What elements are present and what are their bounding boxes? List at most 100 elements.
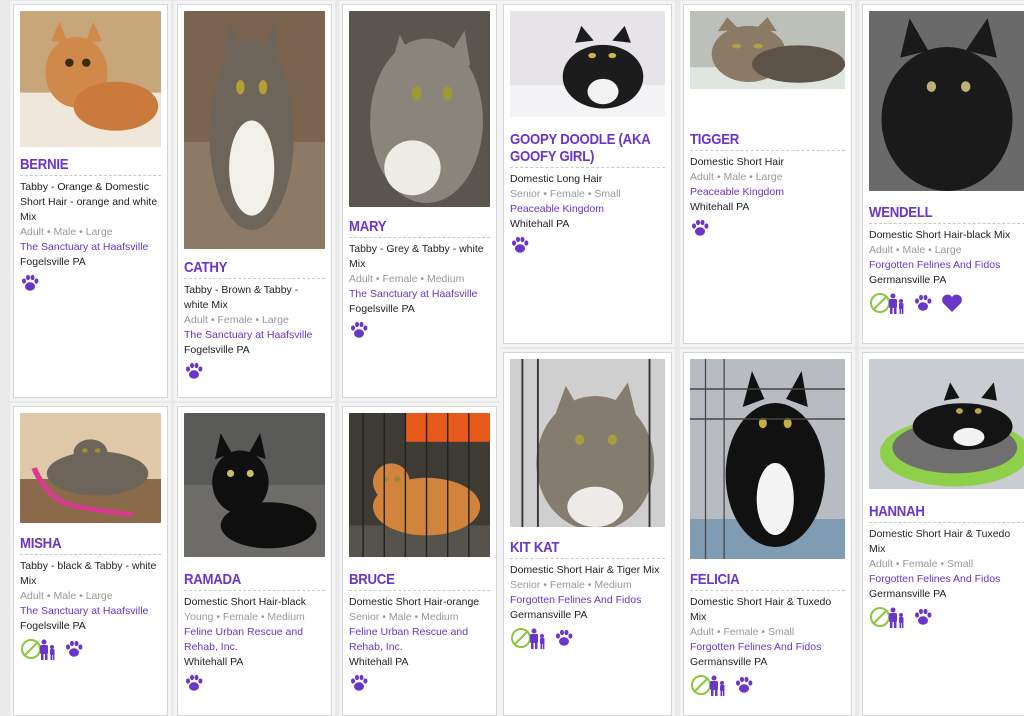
pet-name[interactable]: TIGGER: [690, 131, 845, 148]
pet-name[interactable]: MARY: [349, 218, 490, 235]
pet-name[interactable]: BRUCE: [349, 571, 490, 588]
pet-photo[interactable]: [690, 359, 845, 559]
pet-icons: [690, 219, 845, 237]
pet-photo[interactable]: [690, 11, 845, 89]
pet-organization-link[interactable]: The Sanctuary at Haafsville: [20, 240, 161, 255]
pet-organization-link[interactable]: Forgotten Felines And Fidos: [869, 258, 1024, 273]
pet-photo[interactable]: [510, 11, 665, 117]
paw-icon[interactable]: [184, 362, 204, 380]
paw-icon[interactable]: [690, 219, 710, 237]
pet-organization-link[interactable]: Forgotten Felines And Fidos: [510, 593, 665, 608]
pet-card[interactable]: CATHY Tabby - Brown & Tabby - white Mix …: [177, 4, 332, 398]
good-with-kids-icon[interactable]: [869, 292, 905, 314]
pet-location: Whitehall PA: [184, 656, 244, 668]
pet-name[interactable]: FELICIA: [690, 571, 845, 588]
paw-icon[interactable]: [349, 674, 369, 692]
pet-organization-link[interactable]: Peaceable Kingdom: [510, 202, 665, 217]
pet-photo[interactable]: [184, 11, 325, 249]
pet-location: Germansville PA: [869, 588, 947, 600]
good-with-kids-icon[interactable]: [869, 606, 905, 628]
divider: [690, 590, 845, 591]
pet-card[interactable]: FELICIA Domestic Short Hair & Tuxedo Mix…: [683, 352, 852, 716]
pet-organization-link[interactable]: The Sanctuary at Haafsville: [184, 328, 325, 343]
pet-breed: Domestic Short Hair & Tiger Mix: [510, 564, 660, 576]
pet-icons: [869, 292, 1024, 314]
pet-photo[interactable]: [349, 11, 490, 207]
pet-photo[interactable]: [869, 11, 1024, 191]
pet-card[interactable]: TIGGER Domestic Short Hair Adult • Male …: [683, 4, 852, 344]
pet-location: Fogelsville PA: [20, 620, 86, 632]
pet-name[interactable]: KIT KAT: [510, 539, 665, 556]
divider: [349, 590, 490, 591]
pet-icons: [184, 674, 325, 692]
pet-location: Whitehall PA: [510, 218, 570, 230]
pet-card[interactable]: MARY Tabby - Grey & Tabby - white Mix Ad…: [342, 4, 497, 398]
pet-icons: [510, 627, 665, 649]
pet-photo[interactable]: [349, 413, 490, 557]
pet-card[interactable]: BERNIE Tabby - Orange & Domestic Short H…: [13, 4, 168, 398]
pet-meta: Senior • Male • Medium: [349, 611, 459, 623]
pet-meta: Young • Female • Medium: [184, 611, 305, 623]
paw-icon[interactable]: [734, 676, 754, 694]
pet-card[interactable]: HANNAH Domestic Short Hair & Tuxedo Mix …: [862, 352, 1024, 716]
pet-photo[interactable]: [20, 413, 161, 523]
pet-name[interactable]: CATHY: [184, 259, 325, 276]
pet-breed: Domestic Short Hair-black: [184, 596, 306, 608]
pet-location: Fogelsville PA: [349, 303, 415, 315]
pet-breed: Domestic Short Hair: [690, 156, 784, 168]
pet-photo[interactable]: [20, 11, 161, 147]
pet-name[interactable]: HANNAH: [869, 503, 1024, 520]
good-with-kids-icon[interactable]: [20, 638, 56, 660]
pet-name[interactable]: RAMADA: [184, 571, 325, 588]
pet-breed: Tabby - Orange & Domestic Short Hair - o…: [20, 181, 158, 223]
pet-photo[interactable]: [184, 413, 325, 557]
pet-meta: Adult • Female • Small: [869, 558, 974, 570]
paw-icon[interactable]: [554, 629, 574, 647]
pet-name[interactable]: BERNIE: [20, 156, 161, 173]
pet-organization-link[interactable]: The Sanctuary at Haafsville: [349, 287, 490, 302]
pet-card[interactable]: RAMADA Domestic Short Hair-black Young •…: [177, 406, 332, 716]
pet-icons: [184, 362, 325, 380]
paw-icon[interactable]: [20, 274, 40, 292]
pet-meta: Senior • Female • Small: [510, 188, 621, 200]
paw-icon[interactable]: [913, 608, 933, 626]
pet-meta: Adult • Female • Large: [184, 314, 289, 326]
pet-organization-link[interactable]: Peaceable Kingdom: [690, 185, 845, 200]
pet-organization-link[interactable]: Forgotten Felines And Fidos: [869, 572, 1024, 587]
good-with-kids-icon[interactable]: [510, 627, 546, 649]
pet-photo[interactable]: [869, 359, 1024, 489]
paw-icon[interactable]: [349, 321, 369, 339]
good-with-kids-icon[interactable]: [690, 674, 726, 696]
pet-meta: Adult • Male • Large: [20, 226, 113, 238]
pet-location: Fogelsville PA: [20, 256, 86, 268]
paw-icon[interactable]: [913, 294, 933, 312]
divider: [184, 590, 325, 591]
pet-name[interactable]: WENDELL: [869, 204, 1024, 221]
paw-icon[interactable]: [184, 674, 204, 692]
pet-icons: [869, 606, 1024, 628]
pet-card[interactable]: WENDELL Domestic Short Hair-black Mix Ad…: [862, 4, 1024, 344]
pet-name[interactable]: GOOPY DOODLE (AKA GOOFY GIRL): [510, 131, 665, 165]
paw-icon[interactable]: [510, 236, 530, 254]
pet-location: Germansville PA: [690, 656, 768, 668]
pet-organization-link[interactable]: The Sanctuary at Haafsville: [20, 604, 161, 619]
heart-icon[interactable]: [941, 293, 963, 313]
pet-name[interactable]: MISHA: [20, 535, 161, 552]
pet-organization-link[interactable]: Feline Urban Rescue and Rehab, Inc.: [349, 625, 490, 655]
pet-card[interactable]: KIT KAT Domestic Short Hair & Tiger Mix …: [503, 352, 672, 716]
pet-card[interactable]: BRUCE Domestic Short Hair-orange Senior …: [342, 406, 497, 716]
pet-meta: Adult • Female • Medium: [349, 273, 465, 285]
pet-photo[interactable]: [510, 359, 665, 527]
pet-icons: [20, 638, 161, 660]
pet-breed: Tabby - Brown & Tabby - white Mix: [184, 284, 299, 311]
pet-organization-link[interactable]: Forgotten Felines And Fidos: [690, 640, 845, 655]
pet-organization-link[interactable]: Feline Urban Rescue and Rehab, Inc.: [184, 625, 325, 655]
pet-card[interactable]: MISHA Tabby - black & Tabby - white Mix …: [13, 406, 168, 716]
pet-icons: [20, 274, 161, 292]
pet-location: Fogelsville PA: [184, 344, 250, 356]
pet-breed: Domestic Short Hair-orange: [349, 596, 480, 608]
paw-icon[interactable]: [64, 640, 84, 658]
pet-breed: Domestic Short Hair & Tuxedo Mix: [690, 596, 832, 623]
divider: [349, 237, 490, 238]
pet-card[interactable]: GOOPY DOODLE (AKA GOOFY GIRL) Domestic L…: [503, 4, 672, 344]
